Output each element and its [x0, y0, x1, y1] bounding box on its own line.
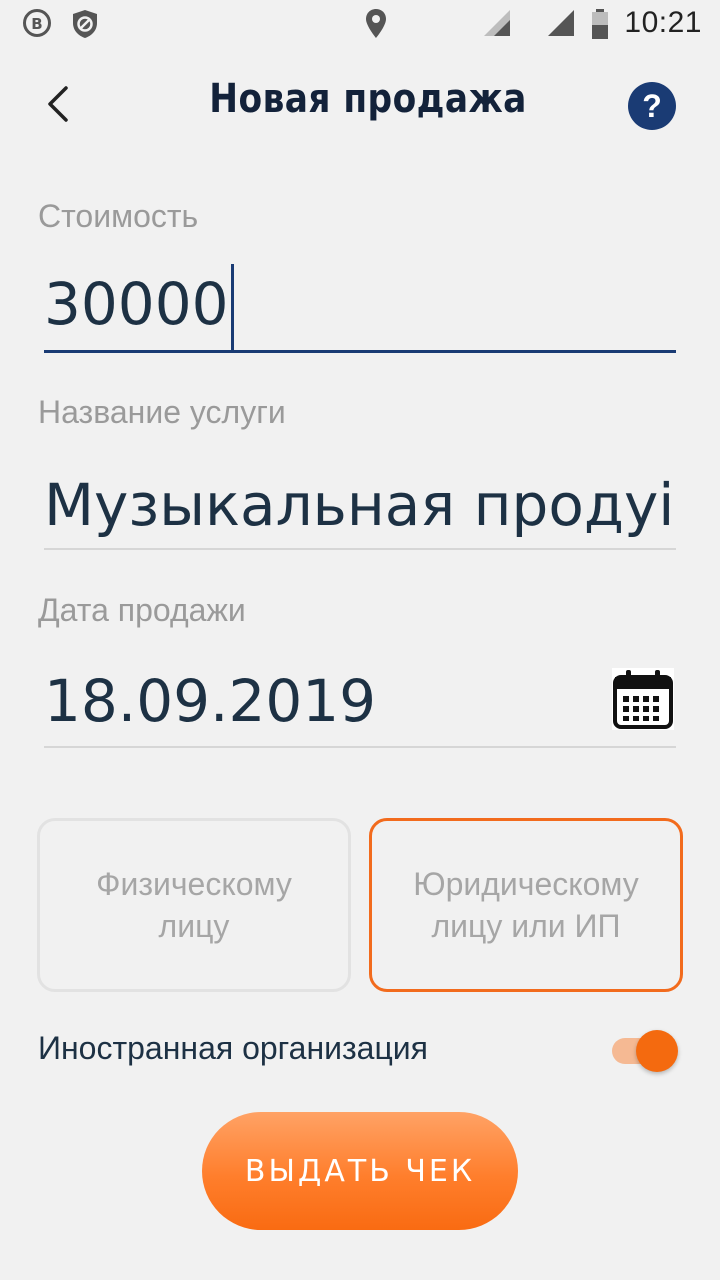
- date-field[interactable]: 18.09.2019: [44, 656, 676, 748]
- buyer-type-physical-line-2: лицу: [158, 908, 230, 944]
- b-messenger-icon: B: [23, 9, 51, 37]
- date-input[interactable]: 18.09.2019: [44, 656, 594, 746]
- page-title: Новая продажа: [209, 76, 527, 122]
- cost-field[interactable]: 30000: [44, 258, 676, 353]
- signal-icon: [548, 10, 574, 36]
- cost-label: Стоимость: [38, 198, 199, 234]
- app-bar: Новая продажа ?: [0, 48, 720, 160]
- toggle-thumb[interactable]: [636, 1030, 678, 1072]
- cost-underline: [44, 350, 676, 353]
- buyer-type-physical-line-1: Физическому: [96, 866, 292, 902]
- blocked-shield-icon: [73, 10, 97, 38]
- buyer-type-physical-button[interactable]: Физическому лицу: [37, 818, 351, 992]
- status-bar: B 10:21: [0, 0, 720, 48]
- text-cursor: [230, 263, 234, 350]
- foreign-org-toggle[interactable]: [612, 1030, 678, 1074]
- buyer-type-legal-button[interactable]: Юридическому лицу или ИП: [369, 818, 683, 992]
- calendar-icon[interactable]: [612, 668, 674, 730]
- issue-receipt-button[interactable]: ВЫДАТЬ ЧЕК: [202, 1112, 518, 1230]
- date-underline: [44, 746, 676, 748]
- foreign-org-label: Иностранная организация: [38, 1030, 428, 1066]
- cost-input[interactable]: 30000: [44, 270, 229, 338]
- buyer-type-legal-line-2: лицу или ИП: [431, 908, 621, 944]
- svg-text:B: B: [31, 15, 42, 33]
- service-underline: [44, 548, 676, 550]
- buyer-type-legal-line-1: Юридическому: [413, 866, 639, 902]
- service-field[interactable]: Музыкальная продуі: [44, 462, 676, 550]
- clock: 10:21: [624, 6, 702, 39]
- battery-icon: [592, 9, 608, 39]
- service-input[interactable]: Музыкальная продуі: [44, 462, 676, 548]
- date-label: Дата продажи: [38, 592, 246, 628]
- service-label: Название услуги: [38, 394, 286, 430]
- signal-icon: [484, 10, 510, 36]
- help-button[interactable]: ?: [628, 82, 676, 130]
- location-pin-icon: [366, 9, 386, 38]
